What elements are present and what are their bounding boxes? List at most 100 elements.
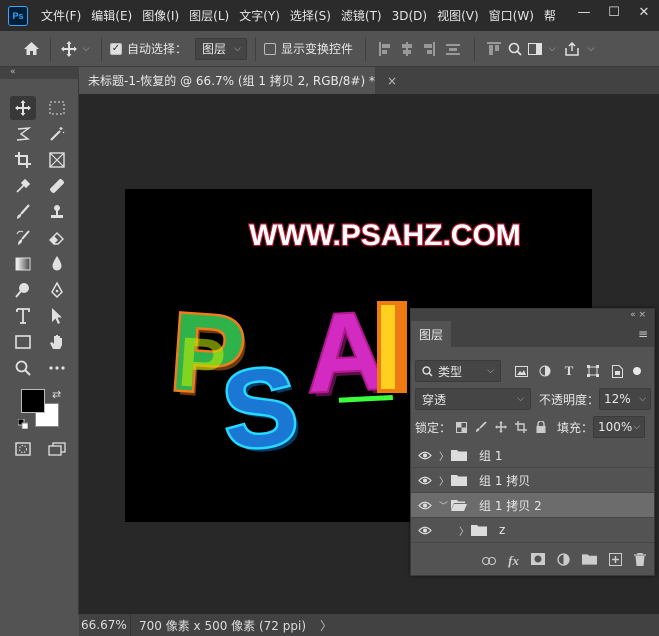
menu-3d[interactable]: 3D(D): [387, 9, 432, 23]
zoom-tool[interactable]: [10, 356, 36, 380]
zoom-level[interactable]: 66.67%: [79, 614, 131, 636]
brush-tool[interactable]: [10, 200, 36, 224]
crop-tool[interactable]: [10, 148, 36, 172]
filter-adjustment-icon[interactable]: [533, 365, 557, 377]
close-tab-icon[interactable]: ×: [387, 74, 397, 88]
menu-view[interactable]: 视图(V): [432, 7, 484, 24]
align-vertical-center-icon[interactable]: [396, 41, 418, 56]
magic-wand-tool[interactable]: [44, 122, 70, 146]
quick-mask-icon[interactable]: [10, 437, 36, 461]
menu-select[interactable]: 选择(S): [285, 7, 336, 24]
pen-tool[interactable]: [44, 278, 70, 302]
workspace-icon[interactable]: [525, 42, 545, 55]
eye-icon[interactable]: [411, 501, 439, 510]
lock-position-icon[interactable]: [491, 421, 511, 433]
filter-type-icon[interactable]: T: [557, 363, 581, 379]
lock-all-icon[interactable]: [531, 421, 551, 433]
chevron-right-icon[interactable]: 〉: [439, 473, 451, 488]
new-layer-icon[interactable]: [609, 552, 622, 570]
add-mask-icon[interactable]: [531, 553, 545, 569]
trash-icon[interactable]: [634, 552, 646, 570]
new-group-icon[interactable]: [582, 553, 597, 569]
status-menu-arrow[interactable]: 〉: [320, 617, 332, 634]
distribute-icon[interactable]: [440, 42, 466, 56]
tab-layers[interactable]: 图层: [411, 321, 451, 347]
layer-row[interactable]: 〉 组 1: [411, 443, 654, 468]
align-bottom-icon[interactable]: [418, 41, 440, 56]
menu-type[interactable]: 文字(Y): [234, 7, 285, 24]
menu-help[interactable]: 帮: [539, 7, 561, 24]
auto-select-target-dropdown[interactable]: 图层 ⌵: [195, 37, 248, 60]
rectangle-tool[interactable]: [10, 330, 36, 354]
chevron-down-icon[interactable]: ⌵: [585, 44, 597, 54]
default-colors-icon[interactable]: [17, 418, 29, 432]
fx-icon[interactable]: fx: [508, 553, 519, 569]
layer-row[interactable]: 〉 组 1 拷贝: [411, 468, 654, 493]
chevron-down-icon[interactable]: ⌵: [79, 44, 93, 54]
auto-select-checkbox[interactable]: ✓: [110, 42, 122, 55]
fill-input[interactable]: 100% ⌵: [593, 416, 646, 438]
menu-image[interactable]: 图像(I): [137, 7, 184, 24]
toolbar-collapse-icon[interactable]: «: [0, 67, 79, 79]
menu-window[interactable]: 窗口(W): [484, 7, 539, 24]
filter-kind-dropdown[interactable]: 类型 ⌵: [415, 360, 501, 382]
marquee-tool[interactable]: [44, 96, 70, 120]
panel-collapse-icon[interactable]: « ×: [411, 309, 654, 321]
home-icon[interactable]: [20, 41, 42, 56]
lasso-tool[interactable]: [10, 122, 36, 146]
layer-row[interactable]: ﹀ 组 1 拷贝 2: [411, 493, 654, 518]
foreground-color-swatch[interactable]: [21, 389, 45, 413]
layer-row[interactable]: 〉 z: [411, 518, 654, 543]
eye-icon[interactable]: [411, 476, 439, 485]
blur-tool[interactable]: [44, 252, 70, 276]
history-brush-tool[interactable]: [10, 226, 36, 250]
document-tab[interactable]: 未标题-1-恢复的 @ 66.7% (组 1 拷贝 2, RGB/8#) * ×: [79, 67, 397, 94]
path-selection-tool[interactable]: [44, 304, 70, 328]
close-window-button[interactable]: ✕: [629, 0, 659, 24]
chevron-down-icon[interactable]: ﹀: [439, 499, 451, 512]
move-tool-icon[interactable]: [59, 40, 79, 57]
align-top-icon[interactable]: [374, 41, 396, 56]
link-layers-icon[interactable]: [482, 554, 497, 569]
letter-s: S S: [214, 341, 307, 478]
lock-transparent-icon[interactable]: [451, 421, 471, 433]
stamp-tool[interactable]: [44, 200, 70, 224]
more-tools-icon[interactable]: [44, 356, 70, 380]
eye-icon[interactable]: [411, 451, 439, 460]
eye-icon[interactable]: [411, 526, 439, 535]
eraser-tool[interactable]: [44, 226, 70, 250]
dodge-tool[interactable]: [10, 278, 36, 302]
menu-file[interactable]: 文件(F): [36, 7, 86, 24]
search-icon[interactable]: [505, 42, 525, 56]
chevron-down-icon[interactable]: ⌵: [545, 44, 559, 54]
lock-pixels-icon[interactable]: [471, 421, 491, 433]
filter-pixel-icon[interactable]: [509, 365, 533, 377]
type-tool[interactable]: [10, 304, 36, 328]
chevron-right-icon[interactable]: 〉: [459, 523, 471, 538]
maximize-button[interactable]: ☐: [599, 0, 629, 24]
menu-edit[interactable]: 编辑(E): [86, 7, 137, 24]
show-transform-checkbox[interactable]: [264, 42, 277, 55]
minimize-button[interactable]: —: [569, 0, 599, 24]
eyedropper-tool[interactable]: [10, 174, 36, 198]
gradient-tool[interactable]: [10, 252, 36, 276]
blend-mode-dropdown[interactable]: 穿透 ⌵: [415, 388, 531, 410]
filter-shape-icon[interactable]: [581, 365, 605, 377]
healing-brush-tool[interactable]: [44, 174, 70, 198]
hand-tool[interactable]: [44, 330, 70, 354]
chevron-right-icon[interactable]: 〉: [439, 448, 451, 463]
filter-toggle[interactable]: [633, 367, 641, 375]
opacity-input[interactable]: 12% ⌵: [599, 388, 652, 410]
screen-mode-icon[interactable]: [44, 437, 70, 461]
menu-layer[interactable]: 图层(L): [184, 7, 234, 24]
align-top-edges-icon[interactable]: [483, 41, 505, 56]
menu-filter[interactable]: 滤镜(T): [336, 7, 387, 24]
move-tool[interactable]: [10, 96, 36, 120]
share-icon[interactable]: [559, 41, 585, 56]
swap-colors-icon[interactable]: ⇄: [52, 388, 61, 401]
lock-artboard-icon[interactable]: [511, 421, 531, 433]
panel-menu-icon[interactable]: ≡: [638, 327, 648, 341]
filter-smart-object-icon[interactable]: [605, 364, 629, 378]
frame-tool[interactable]: [44, 148, 70, 172]
adjustment-layer-icon[interactable]: [557, 552, 570, 570]
